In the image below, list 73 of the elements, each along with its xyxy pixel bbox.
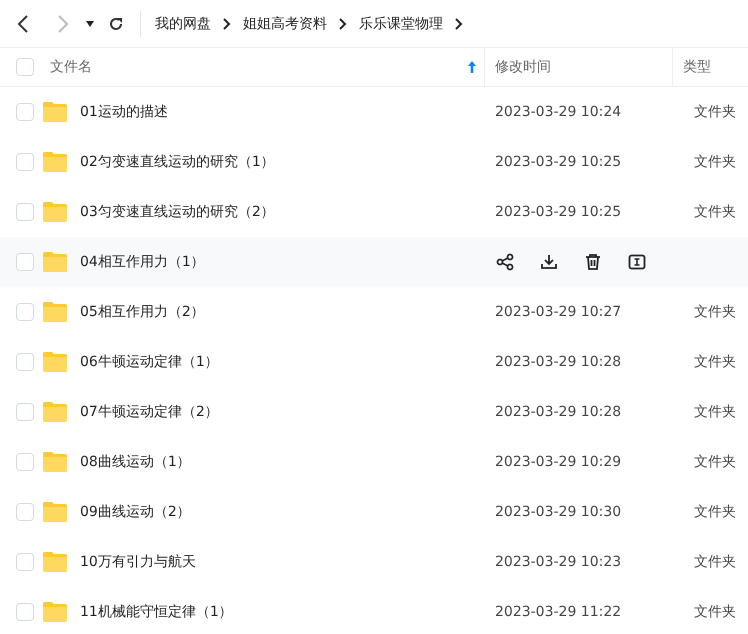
file-name[interactable]: 07牛顿运动定律（2）: [80, 403, 219, 421]
file-type: 文件夹: [694, 504, 736, 520]
folder-icon: [42, 501, 68, 523]
file-type: 文件夹: [694, 404, 736, 420]
select-all-checkbox[interactable]: [16, 58, 34, 76]
download-icon[interactable]: [540, 253, 558, 271]
folder-icon: [42, 401, 68, 423]
file-type: 文件夹: [694, 604, 736, 620]
file-name[interactable]: 05相互作用力（2）: [80, 303, 205, 321]
modified-time: 2023-03-29 10:24: [495, 104, 622, 120]
back-icon[interactable]: [16, 14, 30, 34]
row-checkbox[interactable]: [16, 503, 34, 521]
refresh-icon[interactable]: [108, 16, 124, 32]
modified-time: 2023-03-29 10:25: [495, 154, 622, 170]
row-checkbox[interactable]: [16, 153, 34, 171]
share-icon[interactable]: [496, 253, 514, 271]
folder-icon: [42, 601, 68, 623]
folder-icon: [42, 351, 68, 373]
forward-icon[interactable]: [56, 14, 70, 34]
folder-icon: [42, 101, 68, 123]
folder-icon: [42, 201, 68, 223]
sort-up-icon[interactable]: [468, 61, 476, 73]
file-name[interactable]: 01运动的描述: [80, 103, 168, 121]
row-checkbox[interactable]: [16, 353, 34, 371]
trash-icon[interactable]: [584, 253, 602, 271]
column-header[interactable]: 文件名: [50, 58, 92, 76]
row-checkbox[interactable]: [16, 303, 34, 321]
modified-time: 2023-03-29 10:27: [495, 304, 622, 320]
row-checkbox[interactable]: [16, 403, 34, 421]
column-header[interactable]: 修改时间: [495, 58, 551, 76]
modified-time: 2023-03-29 10:28: [495, 354, 622, 370]
row-checkbox[interactable]: [16, 553, 34, 571]
row-checkbox[interactable]: [16, 453, 34, 471]
chevron-icon: [455, 18, 463, 30]
modified-time: 2023-03-29 10:28: [495, 404, 622, 420]
file-name[interactable]: 08曲线运动（1）: [80, 453, 191, 471]
folder-icon: [42, 251, 68, 273]
folder-icon: [42, 301, 68, 323]
file-name[interactable]: 09曲线运动（2）: [80, 503, 191, 521]
dropdown-icon[interactable]: [86, 20, 94, 26]
modified-time: 2023-03-29 11:22: [495, 604, 622, 620]
file-name[interactable]: 04相互作用力（1）: [80, 253, 205, 271]
chevron-icon: [223, 18, 231, 30]
file-type: 文件夹: [694, 304, 736, 320]
breadcrumb-item[interactable]: 姐姐高考资料: [243, 14, 327, 32]
breadcrumb-item[interactable]: 乐乐课堂物理: [359, 14, 443, 32]
rename-icon[interactable]: [628, 253, 646, 271]
file-name[interactable]: 02匀变速直线运动的研究（1）: [80, 153, 275, 171]
modified-time: 2023-03-29 10:30: [495, 504, 622, 520]
column-header[interactable]: 类型: [683, 58, 711, 76]
folder-icon: [42, 551, 68, 573]
file-type: 文件夹: [694, 204, 736, 220]
row-checkbox[interactable]: [16, 603, 34, 621]
row-checkbox[interactable]: [16, 203, 34, 221]
modified-time: 2023-03-29 10:25: [495, 204, 622, 220]
file-type: 文件夹: [694, 154, 736, 170]
folder-icon: [42, 151, 68, 173]
file-type: 文件夹: [694, 554, 736, 570]
folder-icon: [42, 451, 68, 473]
file-name[interactable]: 03匀变速直线运动的研究（2）: [80, 203, 275, 221]
row-checkbox[interactable]: [16, 103, 34, 121]
modified-time: 2023-03-29 10:23: [495, 554, 622, 570]
row-highlight[interactable]: 04相互作用力（1）: [0, 237, 748, 287]
chevron-icon: [339, 18, 347, 30]
file-name[interactable]: 11机械能守恒定律（1）: [80, 603, 233, 621]
file-type: 文件夹: [694, 454, 736, 470]
row-checkbox[interactable]: [16, 253, 34, 271]
modified-time: 2023-03-29 10:29: [495, 454, 622, 470]
file-type: 文件夹: [694, 354, 736, 370]
file-name[interactable]: 10万有引力与航天: [80, 553, 196, 571]
file-type: 文件夹: [694, 104, 736, 120]
file-name[interactable]: 06牛顿运动定律（1）: [80, 353, 219, 371]
breadcrumb-item[interactable]: 我的网盘: [155, 14, 211, 32]
